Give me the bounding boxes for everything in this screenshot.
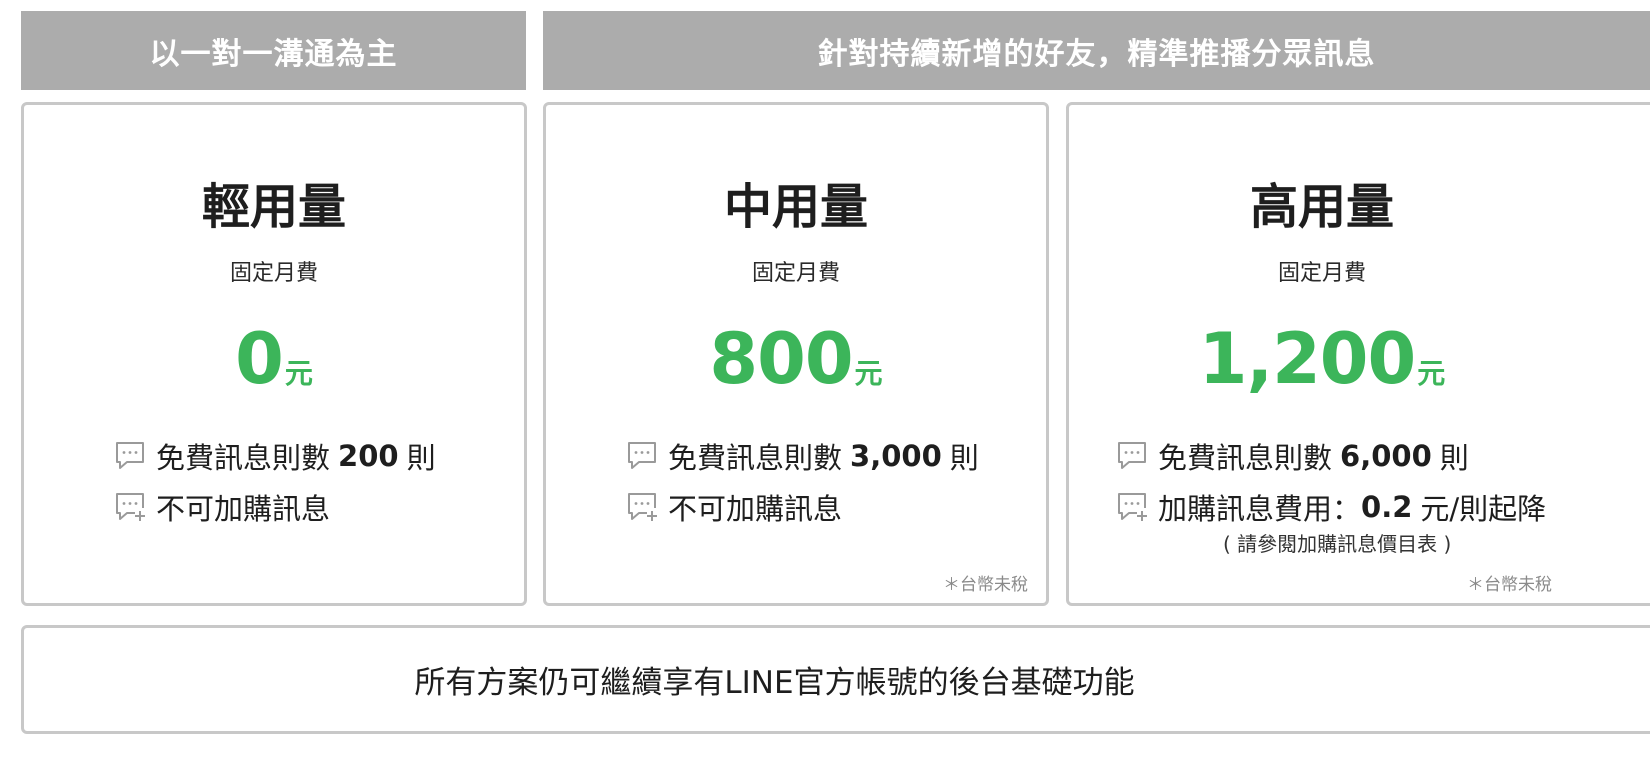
plan-card-high: 高用量 固定月費 1,200元 免費訊息則數 6,000 則 加購訊息費用： 0.… (1066, 102, 1650, 606)
chat-bubble-plus-icon (1118, 493, 1147, 521)
feature-label: 加購訊息費用： (1158, 492, 1362, 526)
plan-name: 中用量 (723, 179, 868, 235)
price-list-note: ( 請參閱加購訊息價目表 ) (1223, 532, 1452, 556)
feature-free-messages: 免費訊息則數 3,000 則 (626, 435, 979, 477)
tax-note: ＊台幣未稅 (1467, 575, 1552, 595)
feature-label: 不可加購訊息 (156, 492, 331, 526)
feature-no-extra-messages: 不可加購訊息 (114, 486, 330, 528)
feature-label: 免費訊息則數 (668, 441, 843, 475)
feature-value: 0.2 (1361, 490, 1413, 524)
footer-banner: 所有方案仍可繼續享有LINE官方帳號的後台基礎功能 (21, 625, 1650, 734)
feature-free-messages: 免費訊息則數 6,000 則 (1116, 435, 1469, 477)
feature-suffix: 則 (406, 441, 436, 475)
feature-suffix: 元/則起降 (1420, 492, 1547, 526)
feature-label: 不可加購訊息 (668, 492, 843, 526)
chat-bubble-plus-icon (628, 493, 657, 521)
tax-note: ＊台幣未稅 (943, 575, 1028, 595)
plan-price: 800元 (546, 318, 1046, 400)
price-unit: 元 (1417, 357, 1446, 390)
feature-extra-message-price: 加購訊息費用： 0.2 元/則起降 (1116, 486, 1546, 528)
feature-no-extra-messages: 不可加購訊息 (626, 486, 842, 528)
chat-bubble-dots-icon (116, 442, 144, 469)
feature-value: 6,000 (1340, 439, 1432, 473)
plan-fee-label: 固定月費 (1277, 261, 1366, 286)
feature-free-messages: 免費訊息則數 200 則 (114, 435, 436, 477)
plan-price: 0元 (24, 318, 524, 400)
feature-value: 3,000 (850, 439, 942, 473)
price-unit: 元 (284, 357, 313, 390)
header-targeted-broadcast: 針對持續新增的好友，精準推播分眾訊息 (543, 11, 1650, 90)
feature-label: 免費訊息則數 (1158, 441, 1333, 475)
header-targeted-broadcast-label: 針對持續新增的好友，精準推播分眾訊息 (817, 36, 1376, 72)
header-one-to-one: 以一對一溝通為主 (21, 11, 526, 90)
feature-label: 免費訊息則數 (156, 441, 331, 475)
feature-suffix: 則 (1439, 441, 1469, 475)
price-unit: 元 (854, 357, 883, 390)
header-one-to-one-label: 以一對一溝通為主 (149, 36, 398, 72)
plan-name: 高用量 (1249, 179, 1394, 235)
chat-bubble-plus-icon (116, 493, 145, 521)
chat-bubble-dots-icon (628, 442, 656, 469)
footer-text: 所有方案仍可繼續享有LINE官方帳號的後台基礎功能 (414, 665, 1135, 701)
feature-value: 200 (338, 439, 399, 473)
plan-card-light: 輕用量 固定月費 0元 免費訊息則數 200 則 不可加購訊息 (21, 102, 527, 606)
price-amount: 1,200 (1198, 318, 1416, 400)
price-amount: 800 (709, 318, 853, 400)
feature-suffix: 則 (949, 441, 979, 475)
plan-fee-label: 固定月費 (751, 261, 840, 286)
chat-bubble-dots-icon (1118, 442, 1146, 469)
plan-card-medium: 中用量 固定月費 800元 免費訊息則數 3,000 則 不可加購訊息 ＊台幣未… (543, 102, 1049, 606)
plan-fee-label: 固定月費 (229, 261, 318, 286)
plan-name: 輕用量 (201, 179, 346, 235)
price-amount: 0 (235, 318, 284, 400)
plan-price: 1,200元 (1069, 318, 1575, 400)
